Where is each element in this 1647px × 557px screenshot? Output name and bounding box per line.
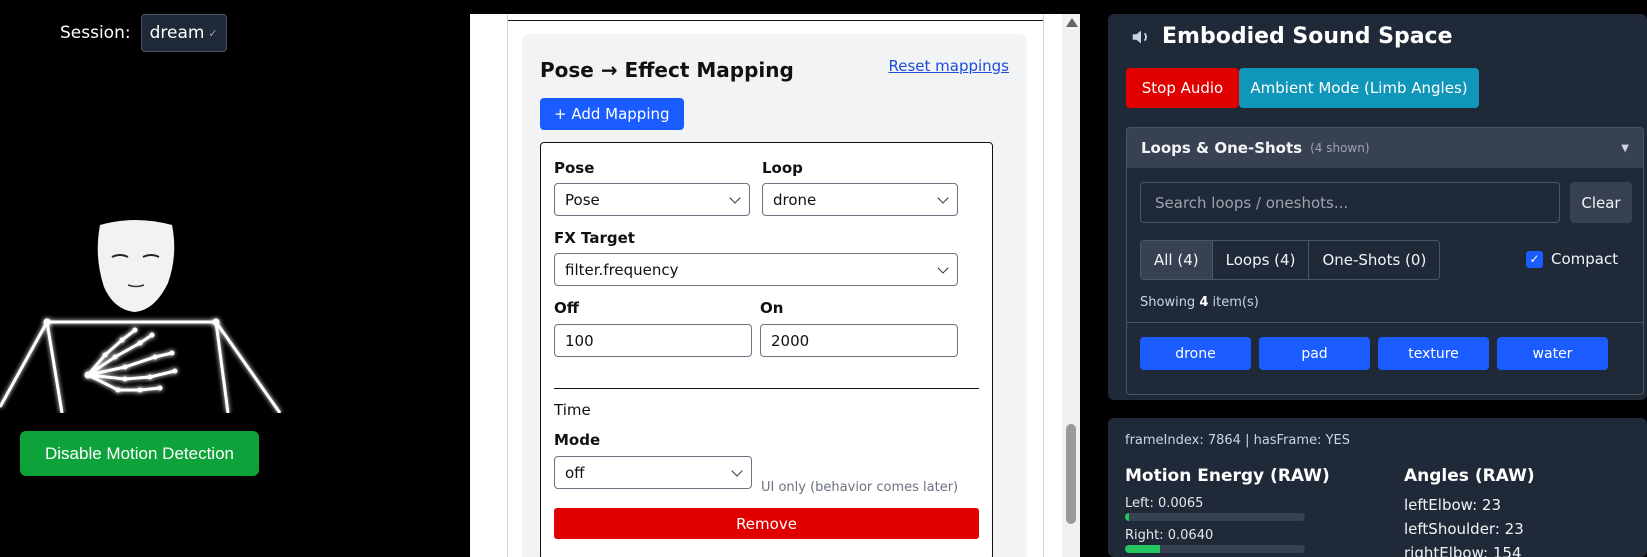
angle-left-shoulder: leftShoulder: 23 [1404,520,1524,538]
filter-oneshots-tab[interactable]: One-Shots (0) [1309,241,1439,279]
mode-select[interactable]: off [554,456,752,489]
motion-energy-title: Motion Energy (RAW) [1125,466,1330,486]
pose-skeleton-overlay [0,220,282,413]
fx-target-select[interactable]: filter.frequency [554,253,958,286]
loop-chip-pad[interactable]: pad [1259,337,1370,370]
left-energy-bar [1125,513,1305,521]
mode-select-value: off [565,463,585,482]
compact-toggle[interactable]: ✓ Compact [1526,250,1618,268]
clear-search-button[interactable]: Clear [1570,182,1632,223]
loops-count: (4 shown) [1310,141,1370,155]
filter-all-tab[interactable]: All (4) [1141,241,1213,279]
sound-space-title: Embodied Sound Space [1162,24,1453,49]
on-value-input[interactable]: 2000 [760,324,958,357]
add-mapping-button[interactable]: + Add Mapping [540,98,684,130]
session-label: Session: [60,23,131,43]
skeleton-lines [0,320,282,413]
sound-space-header: Embodied Sound Space [1130,24,1453,49]
showing-prefix: Showing [1140,295,1196,310]
mode-label: Mode [554,431,601,449]
session-selector: Session: dream ✓ [60,14,227,52]
checkmark-icon: ✓ [208,26,218,40]
right-energy-fill [1125,545,1160,553]
frame-info: frameIndex: 7864 | hasFrame: YES [1125,433,1350,448]
angles-title: Angles (RAW) [1404,466,1535,486]
caret-down-icon[interactable]: ▼ [1621,143,1629,154]
fx-target-value: filter.frequency [565,260,679,279]
chevron-down-icon [731,464,743,477]
chevron-down-icon [937,261,949,274]
session-value: dream [149,23,205,43]
loops-section-header[interactable]: Loops & One-Shots (4 shown) ▼ [1127,128,1643,168]
filter-loops-tab[interactable]: Loops (4) [1213,241,1310,279]
angle-right-elbow: rightElbow: 154 [1404,544,1522,557]
sound-space-panel: Embodied Sound Space Stop Audio Ambient … [1108,14,1647,400]
speaker-icon [1132,30,1147,43]
mapping-entry: Pose Pose Loop drone FX Target filter.fr… [540,142,993,557]
debug-panel: frameIndex: 7864 | hasFrame: YES Motion … [1108,418,1647,557]
loops-section: Loops & One-Shots (4 shown) ▼ Search loo… [1126,127,1644,395]
ambient-mode-button[interactable]: Ambient Mode (Limb Angles) [1239,68,1479,108]
mapping-title: Pose → Effect Mapping [540,58,794,82]
loop-select-value: drone [773,190,817,209]
mode-hint: UI only (behavior comes later) [761,480,959,495]
skeleton-joints [43,318,220,393]
scroll-up-arrow-icon[interactable] [1066,18,1078,27]
chevron-down-icon [729,191,741,204]
session-select[interactable]: dream ✓ [140,14,227,52]
remove-mapping-button[interactable]: Remove [554,508,979,539]
pose-effect-mapping-card: Pose → Effect Mapping Reset mappings + A… [522,34,1027,557]
stop-audio-button[interactable]: Stop Audio [1126,68,1239,108]
fx-target-label: FX Target [554,229,635,247]
loop-filter-tabs: All (4) Loops (4) One-Shots (0) [1140,240,1441,280]
left-energy-fill [1125,513,1129,521]
app-root: Session: dream ✓ Disable Motion Detectio… [0,0,1647,557]
disable-motion-detection-button[interactable]: Disable Motion Detection [20,431,259,476]
right-energy-label: Right: 0.0640 [1125,528,1214,543]
scrollbar[interactable] [1062,14,1080,557]
reset-mappings-link[interactable]: Reset mappings [888,57,1009,75]
showing-suffix: item(s) [1212,295,1259,310]
loop-chip-drone[interactable]: drone [1140,337,1251,370]
pose-select-value: Pose [565,190,600,209]
pose-label: Pose [554,159,595,177]
pose-select[interactable]: Pose [554,183,750,216]
chips-divider [1127,322,1643,323]
loop-chip-texture[interactable]: texture [1378,337,1489,370]
showing-count-text: Showing 4 item(s) [1140,295,1259,310]
loops-title: Loops & One-Shots [1141,139,1303,157]
loops-search-placeholder: Search loops / oneshots... [1155,193,1349,212]
section-divider [508,20,1043,21]
compact-label: Compact [1551,250,1619,268]
off-value: 100 [565,331,594,350]
loop-chip-water[interactable]: water [1497,337,1608,370]
left-energy-label: Left: 0.0065 [1125,496,1204,511]
time-divider [554,388,979,389]
camera-preview [0,195,285,413]
mask-face [97,220,175,312]
showing-count: 4 [1199,295,1209,310]
loops-search-input[interactable]: Search loops / oneshots... [1140,182,1560,223]
checkmark-icon[interactable]: ✓ [1526,250,1543,268]
on-label: On [760,299,784,317]
loop-label: Loop [762,159,803,177]
right-energy-bar [1125,545,1305,553]
scrollbar-thumb[interactable] [1066,424,1076,524]
off-value-input[interactable]: 100 [554,324,752,357]
mapping-panel: Pose → Effect Mapping Reset mappings + A… [470,14,1080,557]
chevron-down-icon [937,191,949,204]
on-value: 2000 [771,331,810,350]
off-label: Off [554,299,579,317]
loop-select[interactable]: drone [762,183,958,216]
angle-left-elbow: leftElbow: 23 [1404,496,1501,514]
time-label: Time [554,401,591,419]
